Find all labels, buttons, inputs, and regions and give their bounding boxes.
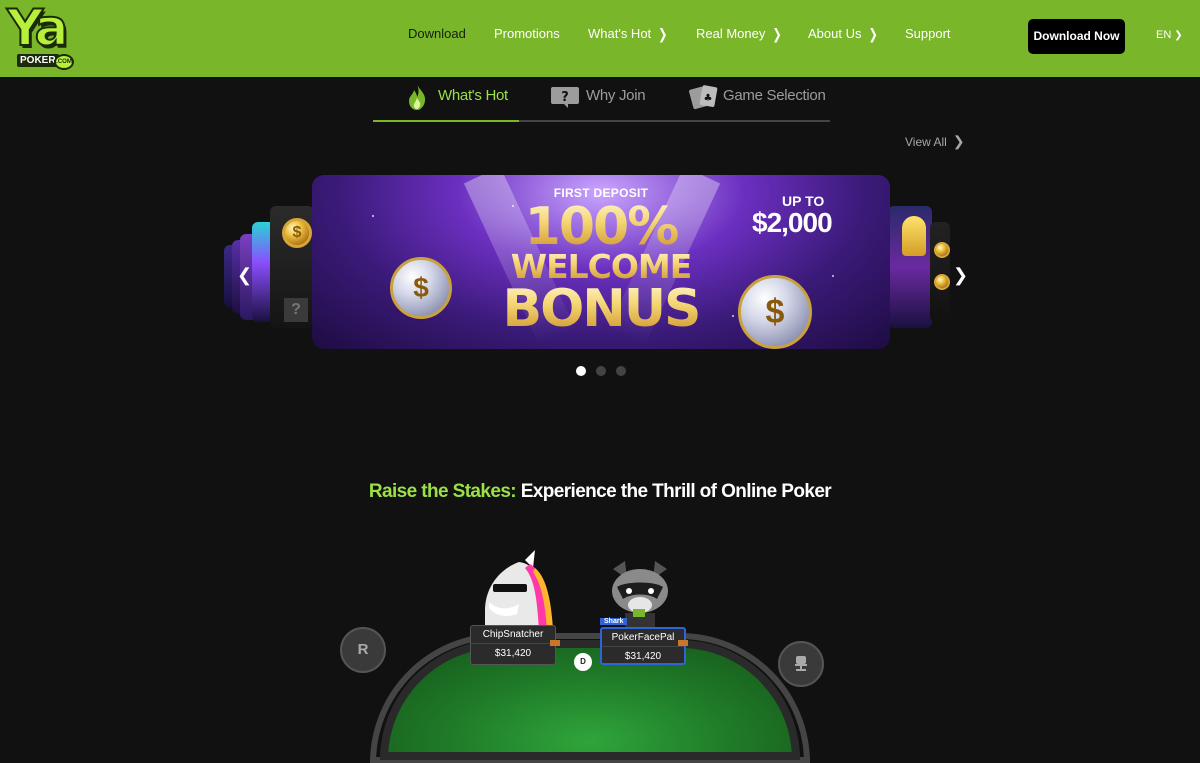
chevron-right-icon: ❯: [772, 27, 782, 43]
section-headline: Raise the Stakes: Experience the Thrill …: [0, 481, 1200, 503]
poker-table-scene: R ChipSnatcher $31,420 Shark PokerFacePa…: [330, 545, 830, 763]
nav-real-money[interactable]: Real Money ❯: [696, 26, 782, 43]
coin-icon: [934, 242, 950, 258]
banner-bonus: BONUS: [312, 279, 890, 339]
coin-icon: [934, 274, 950, 290]
chevron-right-icon: ❯: [658, 27, 668, 43]
dealer-button-icon: D: [574, 653, 592, 671]
banner-amount: $2,000: [752, 207, 833, 238]
player-plate[interactable]: ChipSnatcher $31,420: [470, 625, 556, 665]
svg-text:?: ?: [561, 90, 569, 105]
mystery-box-icon: ?: [284, 298, 308, 322]
player-name: ChipSnatcher: [482, 629, 544, 640]
yapoker-logo[interactable]: Ya POKER .COM: [6, 0, 75, 71]
carousel-dot[interactable]: [596, 366, 606, 376]
chevron-left-icon: ❮: [237, 265, 253, 285]
language-selector[interactable]: EN ❯: [1156, 29, 1183, 41]
carousel-side-card[interactable]: $ ?: [270, 206, 314, 328]
download-now-button[interactable]: Download Now: [1028, 19, 1125, 54]
logo-ya-text: Ya: [6, 0, 69, 58]
logo-poker-text: POKER: [17, 54, 59, 67]
player-stack: $31,420: [602, 646, 684, 662]
nav-support[interactable]: Support: [905, 26, 951, 41]
nav-download[interactable]: Download: [408, 26, 466, 41]
chevron-right-icon: ❯: [953, 265, 969, 285]
carousel-dot[interactable]: [616, 366, 626, 376]
question-card-icon: ?: [551, 87, 579, 108]
cards-indicator-icon: [678, 640, 688, 646]
logo-com-badge: .COM: [54, 54, 74, 70]
carousel-prev-button[interactable]: ❮: [237, 265, 252, 286]
headline-highlight: Raise the Stakes:: [368, 481, 517, 502]
view-all-link[interactable]: View All ❯: [905, 133, 965, 150]
carousel-side-card[interactable]: [930, 222, 950, 322]
player-plate-highlighted[interactable]: PokerFacePal $31,420: [600, 627, 686, 665]
player-name: PokerFacePal: [611, 632, 675, 643]
active-tab-indicator: [373, 120, 519, 122]
nav-whats-hot[interactable]: What's Hot ❯: [588, 26, 668, 43]
chevron-right-icon: ❯: [868, 27, 878, 43]
welcome-bonus-banner[interactable]: $ $ FIRST DEPOSIT 100% WELCOME BONUS UP …: [312, 175, 890, 349]
chair-icon: [795, 656, 807, 672]
chevron-right-icon: ❯: [952, 133, 965, 149]
player-tag-badge: Shark: [600, 618, 628, 625]
carousel-dot[interactable]: [576, 366, 586, 376]
cards-indicator-icon: [550, 640, 560, 646]
cards-icon: ♣: [689, 85, 718, 110]
site-header: Ya POKER .COM Download Promotions What's…: [0, 0, 1200, 77]
flame-icon: [409, 84, 426, 110]
nav-about-us[interactable]: About Us ❯: [808, 26, 878, 43]
carousel-side-card[interactable]: [888, 206, 932, 328]
carousel-next-button[interactable]: ❯: [953, 265, 968, 286]
character-art: [902, 216, 926, 256]
headline-text: Experience the Thrill of Online Poker: [516, 481, 832, 502]
player-avatar-unicorn: [475, 550, 555, 630]
player-stack: $31,420: [471, 643, 555, 659]
coin-icon: $: [282, 218, 312, 248]
svg-text:♣: ♣: [704, 93, 713, 104]
nav-promotions[interactable]: Promotions: [494, 26, 560, 41]
rabbit-hunt-button[interactable]: R: [340, 627, 386, 673]
seat-button[interactable]: [778, 641, 824, 687]
chevron-right-icon: ❯: [1174, 30, 1183, 41]
